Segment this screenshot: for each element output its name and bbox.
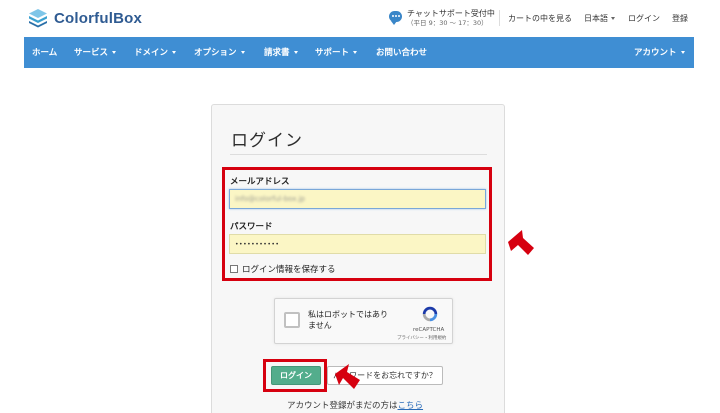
signup-prefix: アカウント登録がまだの方は (287, 401, 398, 411)
logo-cube-icon (29, 9, 47, 28)
nav-item-label: サポート (315, 48, 350, 58)
nav-item-label: ドメイン (134, 48, 169, 58)
chat-hours: （平日 9：30 〜 17：30） (407, 19, 488, 27)
brand-logo[interactable]: ColorfulBox (28, 8, 142, 28)
chevron-down-icon (172, 51, 177, 54)
nav-item-options[interactable]: オプション (194, 46, 245, 58)
recaptcha-checkbox[interactable] (284, 312, 300, 328)
nav-item-label: アカウント (634, 48, 677, 58)
chat-support-status[interactable]: チャットサポート受付中 （平日 9：30 〜 17：30） (389, 9, 495, 28)
chevron-down-icon (112, 51, 117, 54)
recaptcha-privacy-links[interactable]: プライバシー・利用規約 (397, 335, 446, 341)
email-field[interactable]: info@colorful-box.jp (229, 189, 486, 209)
nav-item-label: オプション (194, 48, 237, 58)
page-title: ログイン (231, 131, 303, 151)
nav-item-domains[interactable]: ドメイン (134, 46, 177, 58)
remember-checkbox[interactable] (230, 265, 238, 273)
top-header: ColorfulBox チャットサポート受付中 （平日 9：30 〜 17：30… (0, 0, 720, 36)
language-label: 日本語 (584, 14, 608, 23)
nav-item-label: 請求書 (264, 48, 290, 58)
recaptcha-brand: reCAPTCHA (413, 327, 445, 333)
title-divider (230, 154, 487, 155)
nav-item-invoices[interactable]: 請求書 (264, 46, 298, 58)
password-value: ••••••••••• (235, 240, 280, 248)
chevron-down-icon (680, 51, 685, 54)
recaptcha-label: 私はロボットではありません (308, 310, 388, 330)
annotation-arrow-icon (508, 230, 534, 255)
nav-item-contact[interactable]: お問い合わせ (376, 46, 427, 58)
recaptcha-widget: 私はロボットではありません reCAPTCHA プライバシー・利用規約 (274, 298, 453, 344)
login-button[interactable]: ログイン (271, 366, 321, 385)
header-login-link[interactable]: ログイン (628, 13, 660, 24)
password-label: パスワード (230, 222, 273, 232)
language-selector[interactable]: 日本語 (584, 13, 615, 24)
remember-label: ログイン情報を保存する (242, 265, 336, 275)
recaptcha-logo-icon (422, 306, 438, 322)
email-value: info@colorful-box.jp (235, 195, 306, 203)
nav-item-home[interactable]: ホーム (32, 46, 57, 58)
nav-item-support[interactable]: サポート (315, 46, 358, 58)
password-field[interactable]: ••••••••••• (229, 234, 486, 254)
brand-name: ColorfulBox (54, 9, 143, 27)
chat-status-title: チャットサポート受付中 (407, 9, 495, 18)
email-label: メールアドレス (230, 177, 290, 187)
header-divider (499, 10, 500, 26)
chevron-down-icon (611, 17, 615, 20)
signup-prompt: アカウント登録がまだの方はこちら (287, 399, 423, 411)
chat-bubble-icon (389, 11, 402, 25)
nav-item-label: サービス (74, 48, 109, 58)
nav-item-services[interactable]: サービス (74, 46, 117, 58)
chevron-down-icon (240, 51, 245, 54)
chevron-down-icon (353, 51, 358, 54)
signup-link[interactable]: こちら (398, 401, 424, 411)
view-cart-link[interactable]: カートの中を見る (508, 13, 572, 24)
chevron-down-icon (293, 51, 298, 54)
annotation-arrow-icon (335, 364, 360, 389)
main-nav: ホーム サービス ドメイン オプション 請求書 サポート お問い合わせ アカウン… (24, 37, 694, 68)
nav-item-account[interactable]: アカウント (634, 46, 685, 58)
header-register-link[interactable]: 登録 (672, 13, 688, 24)
